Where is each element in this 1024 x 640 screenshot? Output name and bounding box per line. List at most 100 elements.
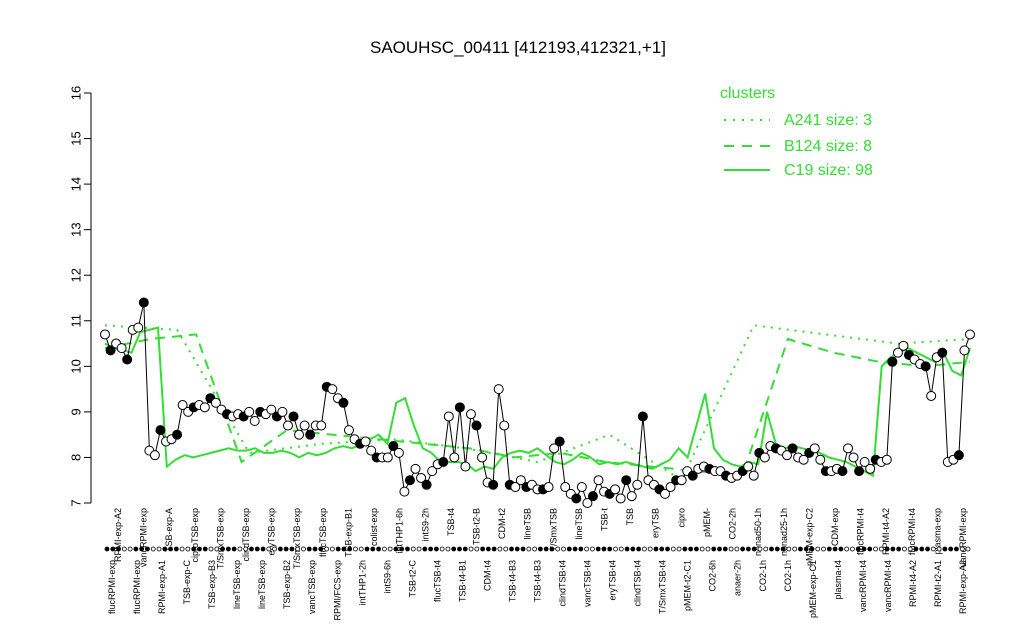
rug-marker xyxy=(462,546,468,552)
rug-marker xyxy=(780,546,786,552)
rug-marker xyxy=(884,546,890,552)
rug-marker xyxy=(618,546,624,552)
rug-marker xyxy=(145,546,150,552)
top-condition-label: TSB-exp-A xyxy=(164,508,174,552)
rug-marker xyxy=(607,546,613,552)
rug-markers xyxy=(104,546,971,552)
y-tick-label: 14 xyxy=(69,177,84,191)
rug-marker xyxy=(688,546,694,552)
rug-marker xyxy=(364,546,370,552)
rug-marker xyxy=(653,546,659,552)
top-condition-label: CO2-2h xyxy=(728,508,738,540)
bottom-condition-label: vancTSB-exp xyxy=(307,560,317,614)
rug-marker xyxy=(942,546,948,552)
rug-marker xyxy=(231,546,237,552)
rug-marker xyxy=(722,546,728,552)
rug-marker xyxy=(734,546,740,552)
sample-point xyxy=(338,397,349,408)
rug-marker xyxy=(422,546,428,552)
rug-marker xyxy=(347,546,353,552)
top-condition-label: vancRPMI-exp xyxy=(139,508,149,567)
rug-marker xyxy=(832,546,838,552)
rug-marker xyxy=(913,546,919,552)
bottom-condition-label: vancRPMI-t4 xyxy=(883,560,893,612)
rug-marker xyxy=(272,546,277,552)
sample-point xyxy=(244,406,255,417)
sample-point xyxy=(471,420,482,431)
sample-point xyxy=(443,411,454,422)
sample-point xyxy=(965,329,975,340)
top-condition-label: lineTSB xyxy=(574,508,584,540)
rug-marker xyxy=(156,546,162,552)
rug-marker xyxy=(393,546,399,552)
rug-marker xyxy=(919,546,925,552)
rug-marker xyxy=(572,546,578,552)
y-tick-label: 10 xyxy=(69,359,84,373)
rug-marker xyxy=(705,546,711,552)
sample-point xyxy=(199,402,210,413)
sample-point xyxy=(172,429,183,440)
series-line-dotted xyxy=(104,324,971,482)
rug-marker xyxy=(589,546,595,552)
rug-marker xyxy=(491,546,497,552)
sample-point xyxy=(343,425,354,436)
sample-point xyxy=(587,491,598,502)
sample-point xyxy=(837,466,848,477)
bottom-condition-label: RPMI-exp-A2 xyxy=(958,560,968,614)
rug-marker xyxy=(890,546,896,552)
bottom-condition-label: anaer-2h xyxy=(733,560,743,596)
bottom-condition-label: TSB-t4-B1 xyxy=(457,560,467,602)
legend: clusters A241 size: 3 B124 size: 8 C19 s… xyxy=(720,85,873,179)
sample-point xyxy=(327,384,338,395)
bottom-condition-label: vancRPMI-t4 xyxy=(858,560,868,612)
rug-marker xyxy=(485,546,491,552)
rug-marker xyxy=(665,546,670,552)
y-tick-label: 8 xyxy=(69,454,84,461)
y-axis: 7 8 9 10 11 12 13 14 15 16 xyxy=(69,86,92,507)
bottom-condition-label: flucRPMI-exp xyxy=(132,560,142,614)
top-condition-label: cipro xyxy=(676,508,686,528)
sample-point xyxy=(249,416,260,426)
rug-marker xyxy=(202,546,208,552)
rug-marker xyxy=(520,546,526,552)
top-condition-label: eryTSB xyxy=(651,508,661,538)
sample-point xyxy=(410,463,421,474)
sample-point xyxy=(493,384,504,395)
sample-point xyxy=(959,345,970,356)
rug-marker xyxy=(803,546,809,552)
bottom-condition-label: lineTSB-exp xyxy=(232,560,242,609)
rug-marker xyxy=(179,546,185,552)
rug-marker xyxy=(104,546,110,552)
top-condition-label: intS9-2h xyxy=(420,508,430,542)
sample-point xyxy=(460,461,471,472)
rug-marker xyxy=(370,546,376,552)
rug-marker xyxy=(381,546,387,552)
rug-marker xyxy=(647,546,653,552)
bottom-condition-label: clindTSB-t4 xyxy=(558,560,568,607)
rug-marker xyxy=(301,546,306,552)
sample-point xyxy=(621,475,632,486)
sample-point xyxy=(421,479,432,490)
rug-marker xyxy=(162,546,168,552)
top-condition-label: TSB xyxy=(625,508,635,526)
top-condition-label: clindTSB-exp xyxy=(241,508,251,562)
rug-marker xyxy=(503,546,509,552)
top-condition-label: pMEM-exp-C2 xyxy=(804,508,814,566)
rug-marker xyxy=(566,546,572,552)
sample-point xyxy=(593,475,604,486)
rug-marker xyxy=(670,546,676,552)
rug-marker xyxy=(329,546,335,552)
bottom-condition-label: TSB-exp-C xyxy=(182,560,192,605)
sample-point xyxy=(887,356,898,367)
top-condition-label: TSB-t4 xyxy=(446,508,456,536)
bottom-condition-label: flucTSB-t4 xyxy=(432,560,442,602)
rug-marker xyxy=(173,546,179,552)
rug-marker xyxy=(624,546,630,552)
rug-marker xyxy=(826,546,832,552)
rug-marker xyxy=(127,546,133,552)
top-condition-label: T/SmxTSB-exp xyxy=(292,508,302,569)
rug-marker xyxy=(445,546,451,552)
rug-marker xyxy=(746,546,751,552)
bottom-condition-label: vancTSB-t4 xyxy=(583,560,593,607)
bottom-condition-label: flucRPMI-exp xyxy=(107,560,117,614)
